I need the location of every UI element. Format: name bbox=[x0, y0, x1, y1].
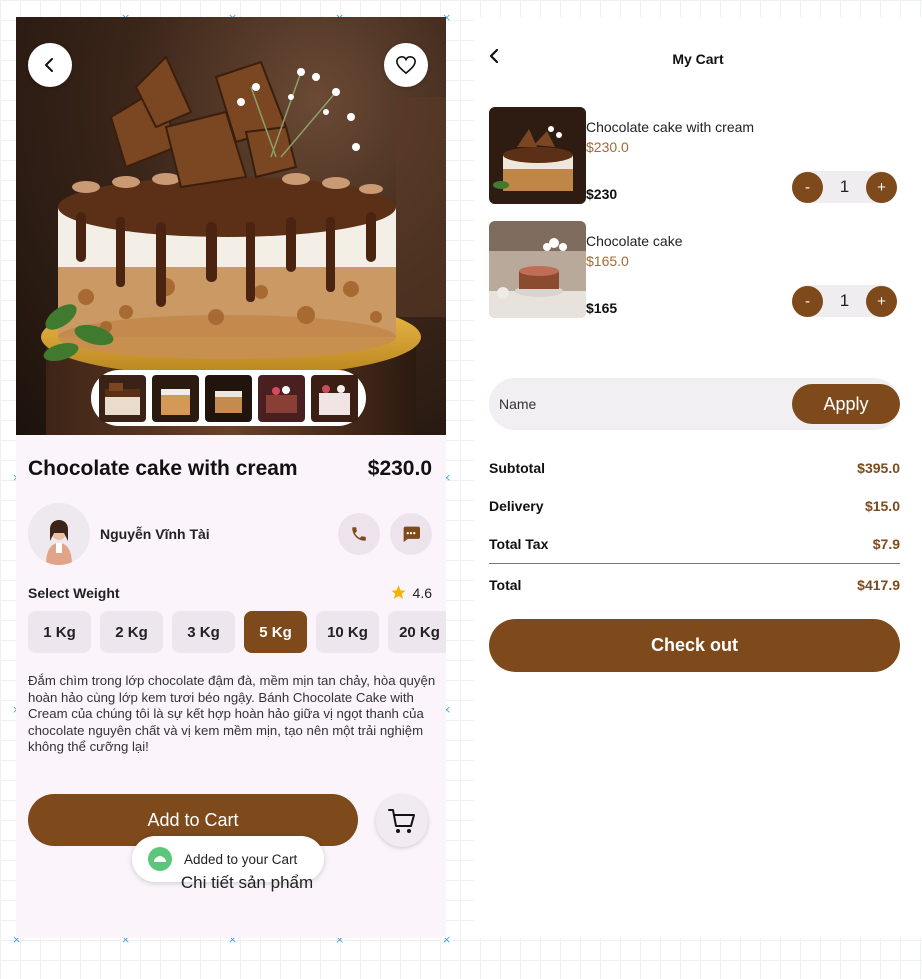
total-row: Total $417.9 bbox=[489, 566, 900, 604]
page-title: My Cart bbox=[672, 51, 724, 67]
tax-value: $7.9 bbox=[872, 536, 900, 552]
product-price: $230.0 bbox=[367, 457, 432, 480]
weight-header: Select Weight 4.6 bbox=[28, 584, 432, 601]
thumbnail[interactable] bbox=[205, 374, 252, 422]
thumbnail[interactable] bbox=[152, 374, 199, 422]
weight-option-selected[interactable]: 5 Kg bbox=[244, 611, 307, 653]
promo-name-input[interactable] bbox=[499, 396, 699, 412]
tax-row: Total Tax $7.9 bbox=[489, 525, 900, 563]
chat-icon bbox=[403, 526, 420, 543]
cart-item-total: $230 bbox=[586, 186, 618, 202]
star-icon bbox=[390, 585, 406, 599]
message-button[interactable] bbox=[390, 513, 432, 555]
total-label: Total bbox=[489, 577, 522, 593]
rating: 4.6 bbox=[390, 584, 432, 601]
quantity-stepper: - 1 + bbox=[792, 171, 897, 203]
thumbnail[interactable] bbox=[311, 374, 358, 422]
heart-icon bbox=[396, 55, 416, 75]
weight-options: 1 Kg 2 Kg 3 Kg 5 Kg 10 Kg 20 Kg bbox=[28, 611, 446, 653]
thumbnail[interactable] bbox=[258, 374, 305, 422]
seller-name: Nguyễn Vĩnh Tài bbox=[100, 526, 210, 542]
cart-button[interactable] bbox=[376, 795, 428, 847]
plus-icon: + bbox=[877, 292, 886, 310]
weight-option[interactable]: 2 Kg bbox=[100, 611, 163, 653]
weight-option[interactable]: 1 Kg bbox=[28, 611, 91, 653]
back-arrow-icon bbox=[45, 58, 53, 72]
decrease-button[interactable]: - bbox=[792, 285, 823, 317]
cart-item-price: $230.0 bbox=[586, 139, 629, 155]
cart-item: Chocolate cake $165.0 $165 - 1 + bbox=[489, 221, 899, 319]
increase-button[interactable]: + bbox=[866, 171, 897, 203]
apply-button[interactable]: Apply bbox=[792, 384, 900, 424]
delivery-label: Delivery bbox=[489, 498, 544, 514]
delivery-row: Delivery $15.0 bbox=[489, 487, 900, 525]
cart-screen: My Cart Chocolate cake with cream $230.0… bbox=[474, 17, 922, 938]
toast-text: Added to your Cart bbox=[184, 851, 298, 867]
back-button[interactable] bbox=[28, 43, 72, 87]
plus-icon: + bbox=[877, 178, 886, 196]
image-thumbnail-strip bbox=[91, 370, 366, 426]
cart-item-image bbox=[489, 107, 586, 204]
cart-item-price: $165.0 bbox=[586, 253, 629, 269]
weight-option[interactable]: 10 Kg bbox=[316, 611, 379, 653]
screen-caption: Chi tiết sản phẩm bbox=[180, 873, 314, 892]
minus-icon: - bbox=[805, 178, 810, 196]
seller-row: Nguyễn Vĩnh Tài bbox=[28, 502, 432, 566]
increase-button[interactable]: + bbox=[866, 285, 897, 317]
product-hero-image bbox=[16, 17, 446, 435]
quantity-value: 1 bbox=[839, 177, 850, 196]
promo-code-bar: Apply bbox=[489, 378, 900, 430]
decrease-button[interactable]: - bbox=[792, 171, 823, 203]
rating-value: 4.6 bbox=[412, 584, 432, 601]
tax-label: Total Tax bbox=[489, 536, 549, 552]
cart-item-total: $165 bbox=[586, 300, 618, 316]
divider bbox=[489, 563, 900, 564]
subtotal-row: Subtotal $395.0 bbox=[489, 449, 900, 487]
select-weight-label: Select Weight bbox=[28, 584, 120, 601]
favorite-button[interactable] bbox=[384, 43, 428, 87]
cart-icon bbox=[388, 809, 415, 833]
cart-item: Chocolate cake with cream $230.0 $230 - … bbox=[489, 107, 899, 205]
total-value: $417.9 bbox=[857, 577, 900, 593]
weight-option[interactable]: 20 Kg bbox=[388, 611, 446, 653]
product-title: Chocolate cake with cream bbox=[28, 457, 298, 480]
phone-icon bbox=[352, 527, 366, 541]
cart-item-image bbox=[489, 221, 586, 318]
product-title-row: Chocolate cake with cream $230.0 bbox=[28, 457, 432, 481]
product-description: Đắm chìm trong lớp chocolate đậm đà, mềm… bbox=[28, 673, 436, 754]
checkout-button[interactable]: Check out bbox=[489, 619, 900, 672]
minus-icon: - bbox=[805, 292, 810, 310]
call-button[interactable] bbox=[338, 513, 380, 555]
product-detail-screen: Chocolate cake with cream $230.0 Nguyễn … bbox=[16, 17, 446, 938]
delivery-value: $15.0 bbox=[864, 498, 900, 514]
cart-header: My Cart bbox=[488, 47, 908, 71]
check-icon bbox=[148, 847, 172, 871]
subtotal-label: Subtotal bbox=[489, 460, 545, 476]
avatar bbox=[28, 503, 90, 565]
cart-item-name: Chocolate cake with cream bbox=[586, 119, 755, 135]
quantity-stepper: - 1 + bbox=[792, 285, 897, 317]
order-summary: Subtotal $395.0 Delivery $15.0 Total Tax… bbox=[489, 449, 900, 604]
cart-item-name: Chocolate cake bbox=[586, 233, 683, 249]
weight-option[interactable]: 3 Kg bbox=[172, 611, 235, 653]
quantity-value: 1 bbox=[839, 291, 850, 310]
thumbnail[interactable] bbox=[99, 374, 146, 422]
subtotal-value: $395.0 bbox=[857, 460, 900, 476]
